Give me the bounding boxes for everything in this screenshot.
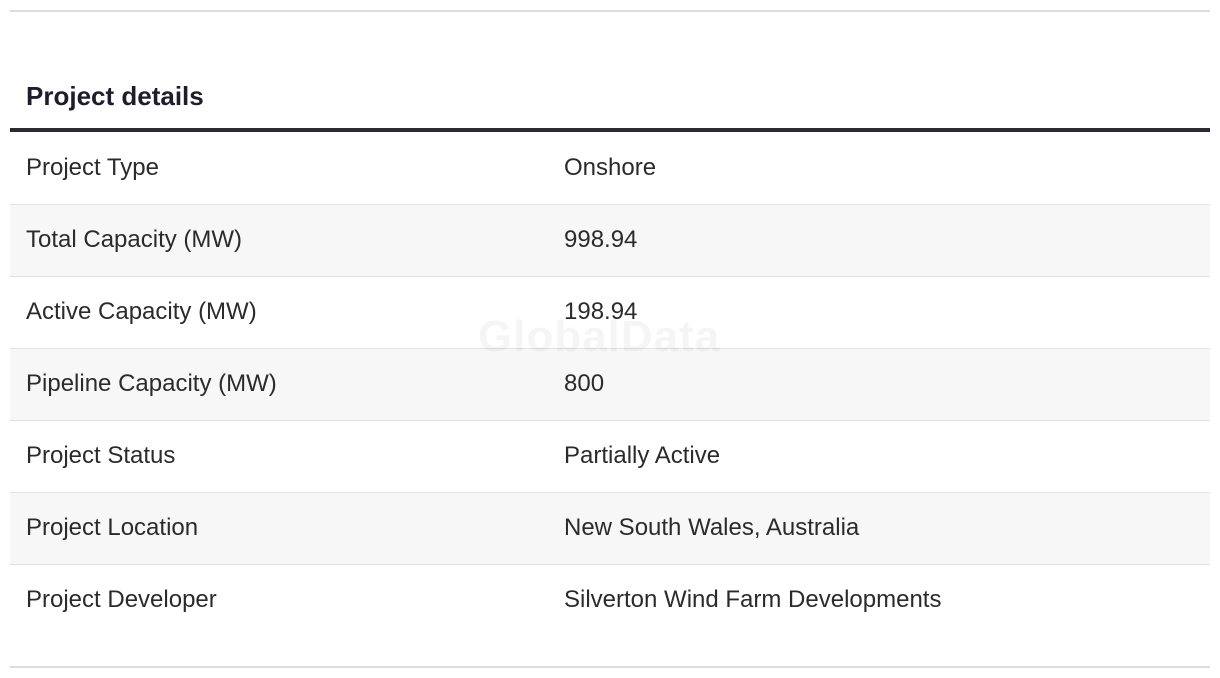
table-row-pipeline-capacity: Pipeline Capacity (MW) 800 [10,348,1210,420]
table-row-project-developer: Project Developer Silverton Wind Farm De… [10,564,1210,636]
row-label: Total Capacity (MW) [26,226,243,253]
project-details-table: Project Type Onshore Total Capacity (MW)… [10,132,1210,636]
row-value: Onshore [564,153,657,181]
table-row-project-type: Project Type Onshore [10,132,1210,204]
table-row-project-status: Project Status Partially Active [10,420,1210,492]
row-value: 198.94 [564,298,638,325]
row-label: Project Location [26,514,199,541]
row-label: Project Developer [26,586,217,614]
row-value: New South Wales, Australia [564,514,860,541]
row-label: Pipeline Capacity (MW) [26,370,277,397]
row-label: Active Capacity (MW) [26,298,257,325]
row-value: Silverton Wind Farm Developments [564,586,942,614]
row-value: 998.94 [564,226,638,253]
row-value: 800 [564,370,605,397]
table-row-project-location: Project Location New South Wales, Austra… [10,492,1210,564]
top-divider [10,10,1210,12]
bottom-divider [10,666,1210,668]
table-row-total-capacity: Total Capacity (MW) 998.94 [10,204,1210,276]
row-value: Partially Active [564,442,721,469]
project-details-section: Project details Project Type Onshore Tot… [10,72,1210,636]
row-label: Project Status [26,442,176,469]
table-row-active-capacity: Active Capacity (MW) 198.94 [10,276,1210,348]
section-title: Project details [26,81,204,111]
row-label: Project Type [26,153,159,181]
